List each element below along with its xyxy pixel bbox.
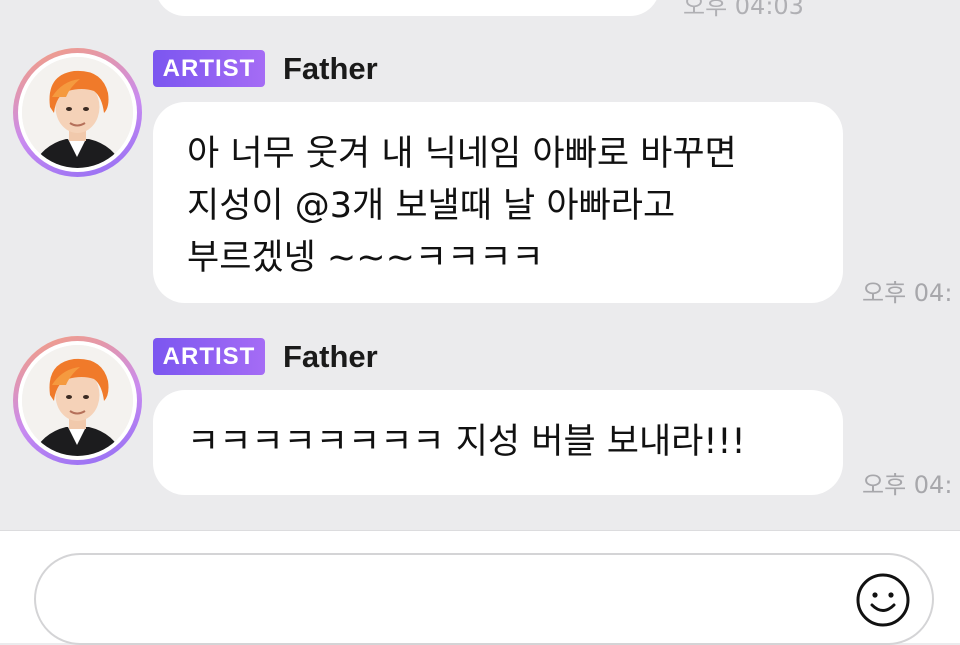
message-input[interactable]: [34, 553, 934, 645]
artist-avatar[interactable]: [13, 336, 142, 465]
sender-name[interactable]: Father: [283, 338, 378, 375]
message-text-line: 아 너무 웃겨 내 닉네임 아빠로 바꾸면: [187, 134, 737, 174]
message-text-line: ㅋㅋㅋㅋㅋㅋㅋㅋ 지성 버블 보내라!!!: [187, 422, 746, 462]
artist-avatar[interactable]: [13, 48, 142, 177]
previous-message-bubble: [155, 0, 660, 16]
sender-name[interactable]: Father: [283, 50, 378, 87]
chat-area[interactable]: 오후 04:03 ARTIST Father 아 너무 웃겨 내 닉네임 아빠로…: [0, 0, 960, 530]
message-bubble[interactable]: ㅋㅋㅋㅋㅋㅋㅋㅋ 지성 버블 보내라!!!: [153, 390, 843, 495]
message-text-line: 지성이 @3개 보낼때 날 아빠라고: [187, 186, 676, 226]
avatar-photo: [22, 57, 133, 168]
message-text-line: 부르겠넹 ~~~ㅋㅋㅋㅋ: [187, 238, 544, 278]
smiley-face-icon[interactable]: [855, 572, 911, 628]
message-time: 오후 04:: [862, 471, 953, 499]
avatar-photo: [22, 345, 133, 456]
message-bubble[interactable]: 아 너무 웃겨 내 닉네임 아빠로 바꾸면 지성이 @3개 보낼때 날 아빠라고…: [153, 102, 843, 303]
artist-badge: ARTIST: [153, 50, 265, 87]
artist-badge: ARTIST: [153, 338, 265, 375]
message-input-bar: [0, 531, 960, 645]
message-time: 오후 04:: [862, 279, 953, 307]
previous-message-time: 오후 04:03: [683, 0, 804, 20]
